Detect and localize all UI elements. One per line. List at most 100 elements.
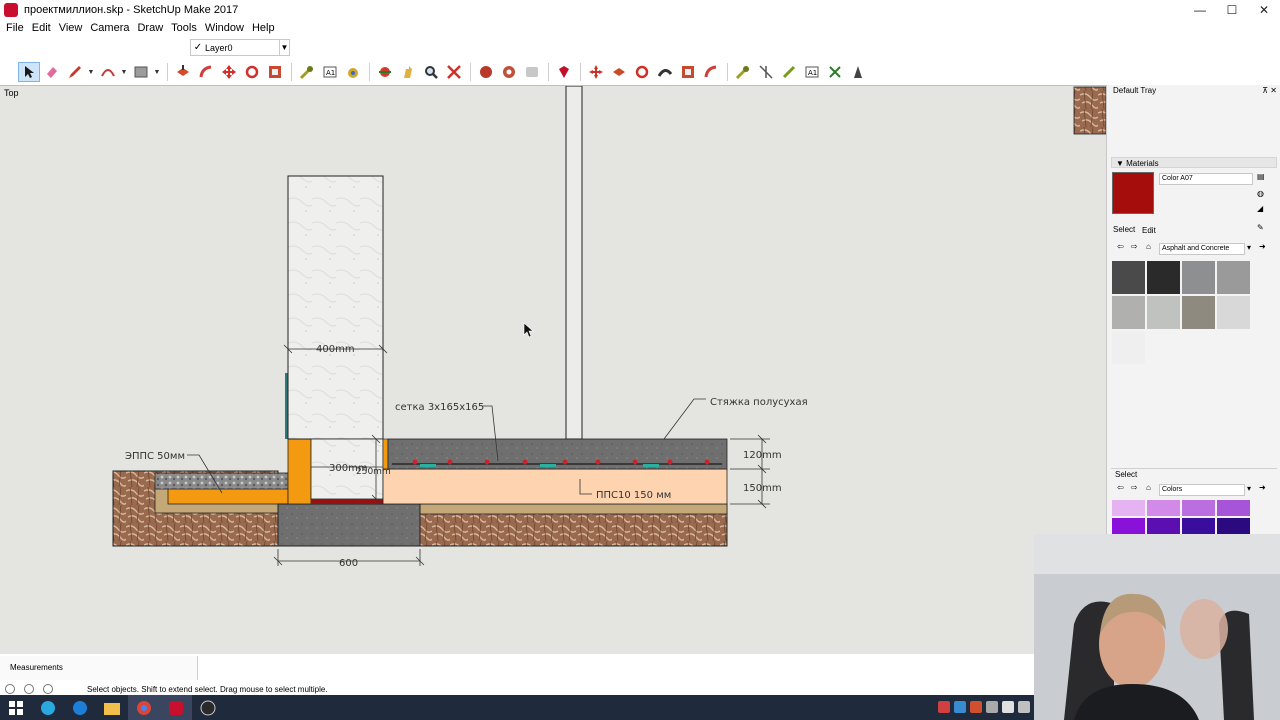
- dimension-icon[interactable]: [732, 62, 754, 82]
- select-tab[interactable]: Select: [1113, 225, 1135, 234]
- home-icon[interactable]: ⌂: [1146, 242, 1151, 251]
- material-swatch[interactable]: [1182, 261, 1215, 294]
- tray-app-2-icon[interactable]: [970, 701, 982, 713]
- back-icon[interactable]: ⇦: [1117, 483, 1124, 492]
- tray-app-icon[interactable]: [938, 701, 950, 713]
- layout-icon[interactable]: [521, 62, 543, 82]
- material-name-field[interactable]: Color A07: [1159, 173, 1253, 185]
- push-pull-icon[interactable]: [172, 62, 194, 82]
- select-tool-icon[interactable]: [18, 62, 40, 82]
- menu-edit[interactable]: Edit: [30, 20, 57, 36]
- material-swatch[interactable]: [1147, 296, 1180, 329]
- create-material-icon[interactable]: ◍: [1257, 189, 1264, 198]
- color-swatch[interactable]: [1112, 518, 1145, 534]
- protractor-icon[interactable]: [755, 62, 777, 82]
- color-swatch[interactable]: [1112, 500, 1145, 516]
- pencil-dropdown-icon[interactable]: ▼: [87, 69, 95, 76]
- details-arrow-icon[interactable]: ➜: [1259, 242, 1266, 251]
- zoom-extents-icon[interactable]: [443, 62, 465, 82]
- chevron-down-icon[interactable]: ▾: [1247, 243, 1251, 252]
- color-swatch[interactable]: [1217, 518, 1250, 534]
- material-swatch[interactable]: [1147, 261, 1180, 294]
- chevron-down-icon[interactable]: ▼: [279, 40, 289, 55]
- color-swatch[interactable]: [1182, 518, 1215, 534]
- chrome-icon[interactable]: [128, 695, 160, 720]
- back-icon[interactable]: ⇦: [1117, 242, 1124, 251]
- color-swatch[interactable]: [1147, 500, 1180, 516]
- user-icon[interactable]: [43, 684, 53, 694]
- move-arrows-icon[interactable]: [585, 62, 607, 82]
- push-pull-2-icon[interactable]: [608, 62, 630, 82]
- menu-view[interactable]: View: [57, 20, 89, 36]
- sample-paint-icon[interactable]: ◢: [1257, 204, 1263, 213]
- offset-icon[interactable]: [700, 62, 722, 82]
- move-icon[interactable]: [218, 62, 240, 82]
- forward-icon[interactable]: ⇨: [1131, 242, 1138, 251]
- scale-icon[interactable]: [264, 62, 286, 82]
- rotate-2-icon[interactable]: [631, 62, 653, 82]
- display-material-icon[interactable]: ▤: [1257, 172, 1265, 181]
- obs-icon[interactable]: [192, 695, 224, 720]
- drawing-viewport[interactable]: 400mm сетка 3х165х165 Стяжка полусухая Э…: [0, 85, 1106, 654]
- tray-shield-icon[interactable]: [954, 701, 966, 713]
- maximize-button[interactable]: ☐: [1216, 0, 1248, 20]
- sketchup-icon[interactable]: [160, 695, 192, 720]
- arc-icon[interactable]: [97, 62, 119, 82]
- zoom-icon[interactable]: [420, 62, 442, 82]
- rectangle-dropdown-icon[interactable]: ▼: [153, 69, 161, 76]
- material-swatch[interactable]: [1182, 296, 1215, 329]
- tray-display-icon[interactable]: [1018, 701, 1030, 713]
- windows-start-icon[interactable]: [0, 695, 32, 720]
- colors-library-select[interactable]: Colors: [1159, 484, 1245, 496]
- extension-icon[interactable]: [498, 62, 520, 82]
- file-explorer-icon[interactable]: [96, 695, 128, 720]
- section-plane-icon[interactable]: [778, 62, 800, 82]
- edge-2-icon[interactable]: [64, 695, 96, 720]
- pencil-icon[interactable]: [64, 62, 86, 82]
- foundation-section-drawing[interactable]: 400mm сетка 3х165х165 Стяжка полусухая Э…: [0, 86, 1106, 654]
- layer-selector[interactable]: ✓ Layer0 ▼: [190, 39, 290, 56]
- rectangle-icon[interactable]: [130, 62, 152, 82]
- orbit-icon[interactable]: [374, 62, 396, 82]
- material-swatch[interactable]: [1217, 296, 1250, 329]
- home-icon[interactable]: ⌂: [1146, 483, 1151, 492]
- menu-window[interactable]: Window: [203, 20, 250, 36]
- current-material-swatch[interactable]: [1112, 172, 1154, 214]
- tape-measure-icon[interactable]: [296, 62, 318, 82]
- menu-draw[interactable]: Draw: [135, 20, 169, 36]
- forward-icon[interactable]: ⇨: [1131, 483, 1138, 492]
- tray-pin-close-icon[interactable]: ⊼ ✕: [1262, 85, 1277, 97]
- geo-location-icon[interactable]: [5, 684, 15, 694]
- tray-settings-icon[interactable]: [986, 701, 998, 713]
- minimize-button[interactable]: —: [1184, 0, 1216, 20]
- close-button[interactable]: ✕: [1248, 0, 1280, 20]
- scale-2-icon[interactable]: [677, 62, 699, 82]
- pan-icon[interactable]: [397, 62, 419, 82]
- menu-tools[interactable]: Tools: [169, 20, 203, 36]
- color-swatch[interactable]: [1182, 500, 1215, 516]
- warehouse-icon[interactable]: [475, 62, 497, 82]
- ruby-icon[interactable]: [553, 62, 575, 82]
- eraser-icon[interactable]: [41, 62, 63, 82]
- edit-tab[interactable]: Edit: [1142, 226, 1156, 235]
- measurements-box[interactable]: Measurements: [0, 656, 198, 680]
- material-library-select[interactable]: Asphalt and Concrete: [1159, 243, 1245, 255]
- arc-dropdown-icon[interactable]: ▼: [120, 69, 128, 76]
- details-arrow-icon[interactable]: ➜: [1259, 483, 1266, 492]
- material-swatch[interactable]: [1112, 331, 1145, 364]
- color-swatch[interactable]: [1147, 518, 1180, 534]
- eyedropper-icon[interactable]: ✎: [1257, 223, 1264, 232]
- menu-help[interactable]: Help: [250, 20, 281, 36]
- credits-icon[interactable]: [24, 684, 34, 694]
- chevron-down-icon[interactable]: ▾: [1247, 484, 1251, 493]
- 3d-text-icon[interactable]: [824, 62, 846, 82]
- color-swatch[interactable]: [1217, 500, 1250, 516]
- rotate-icon[interactable]: [241, 62, 263, 82]
- menu-camera[interactable]: Camera: [88, 20, 135, 36]
- follow-me-icon[interactable]: [195, 62, 217, 82]
- material-swatch[interactable]: [1112, 296, 1145, 329]
- follow-me-2-icon[interactable]: [654, 62, 676, 82]
- material-swatch[interactable]: [1112, 261, 1145, 294]
- edge-icon[interactable]: [32, 695, 64, 720]
- material-swatch[interactable]: [1217, 261, 1250, 294]
